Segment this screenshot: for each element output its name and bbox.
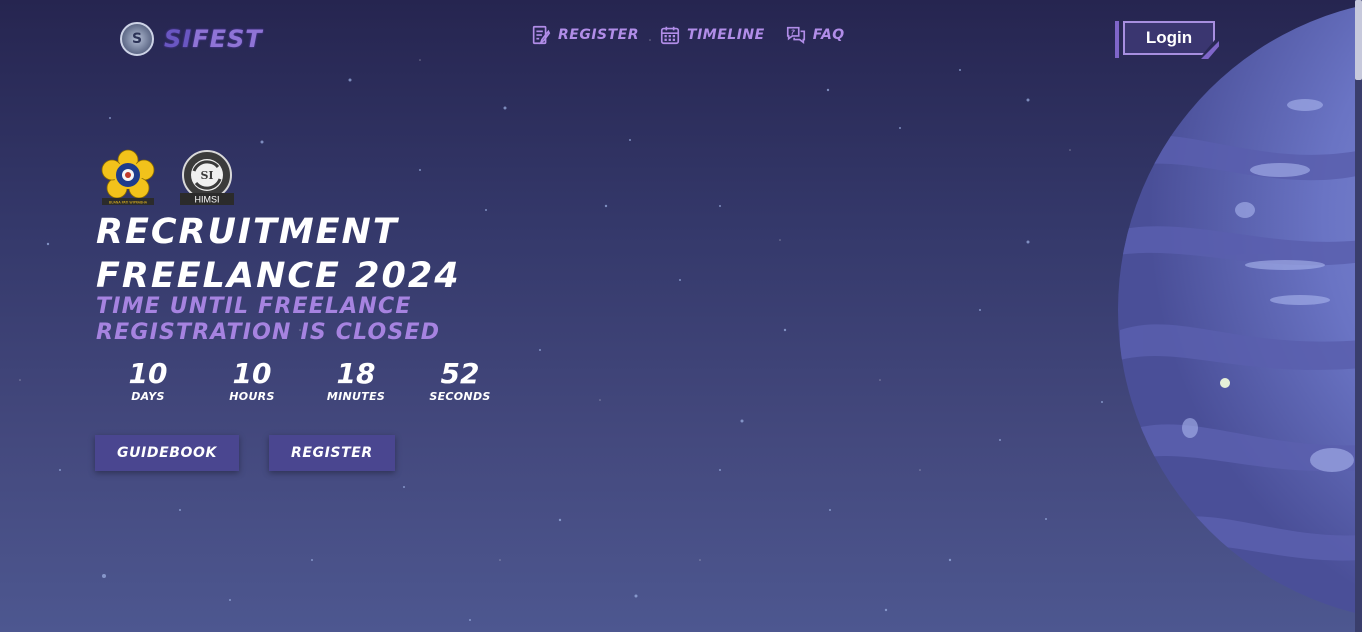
planet-decoration [1100,0,1362,632]
brand[interactable]: S SIFEST [120,22,263,56]
himsi-logo-text: SI [200,169,213,182]
guidebook-button[interactable]: GUIDEBOOK [95,435,239,471]
himsi-logo: SI HIMSI [180,150,234,205]
unsri-logo-caption: BUANA PATI WIPRABHA [109,201,148,205]
login-button[interactable]: Login [1123,21,1215,55]
brand-name-suffix: FEST [192,25,263,53]
login-button-wrapper: Login [1115,21,1219,59]
nav-item-label: TIMELINE [687,27,765,43]
partner-logos: BUANA PATI WIPRABHA SI HIMSI [96,148,242,208]
countdown-label: DAYS [131,390,165,403]
countdown-minutes: 18 MINUTES [304,358,408,404]
login-decoration-bar [1115,21,1119,58]
unsri-logo: BUANA PATI WIPRABHA [101,149,155,205]
countdown-timer: 10 DAYS 10 HOURS 18 MINUTES 52 SECONDS [96,358,512,404]
countdown-value: 18 [336,357,376,390]
hero-actions: GUIDEBOOK REGISTER [95,435,395,471]
main-nav: REGISTER TIMELINE ? FAQ [530,24,845,46]
countdown-label: HOURS [229,390,275,403]
countdown-hours: 10 HOURS [200,358,304,404]
page-title-line1: RECRUITMENT [96,212,399,252]
brand-name-prefix: SI [164,25,193,53]
countdown-seconds: 52 SECONDS [408,358,512,404]
countdown-days: 10 DAYS [96,358,200,404]
subtitle-line2: REGISTRATION IS CLOSED [96,320,441,345]
nav-item-label: REGISTER [558,27,640,43]
brand-logo-letter: S [131,31,143,47]
nav-item-faq[interactable]: ? FAQ [785,24,845,46]
himsi-logo-caption: HIMSI [194,195,219,205]
svg-text:?: ? [790,28,795,37]
scrollbar-thumb[interactable] [1355,0,1362,80]
faq-icon: ? [786,26,805,44]
countdown-subtitle: TIME UNTIL FREELANCE REGISTRATION IS CLO… [96,294,440,346]
countdown-label: SECONDS [429,390,491,403]
page-title: RECRUITMENT FREELANCE 2024 [96,210,461,298]
brand-name: SIFEST [164,25,263,53]
nav-item-register[interactable]: REGISTER [530,24,639,46]
page-title-line2: FREELANCE 2024 [96,256,461,296]
countdown-value: 10 [128,357,168,390]
subtitle-line1: TIME UNTIL FREELANCE [96,294,412,319]
sifest-logo-icon: S [120,22,154,56]
register-icon [532,25,551,45]
nav-item-timeline[interactable]: TIMELINE [659,24,765,46]
calendar-icon [660,26,680,45]
countdown-value: 52 [440,357,480,390]
countdown-value: 10 [232,357,272,390]
scrollbar-track[interactable] [1355,0,1362,632]
register-button[interactable]: REGISTER [268,435,395,471]
countdown-label: MINUTES [326,390,386,403]
nav-item-label: FAQ [812,27,845,43]
